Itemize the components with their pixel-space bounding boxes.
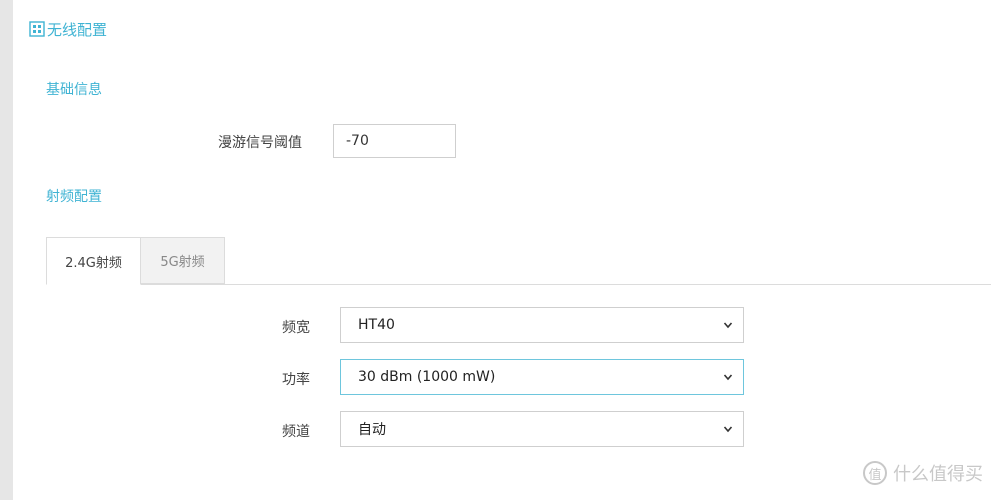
bandwidth-select[interactable]: HT40 — [340, 307, 744, 343]
roaming-threshold-input[interactable]: -70 — [333, 124, 456, 158]
page-title-text: 无线配置 — [47, 20, 108, 39]
channel-select-value: 自动 — [358, 422, 386, 438]
power-label: 功率 — [282, 372, 310, 388]
chevron-down-icon — [723, 426, 733, 433]
bandwidth-label: 频宽 — [282, 320, 310, 336]
zhi-icon: 值 — [863, 461, 887, 485]
grid-icon — [29, 21, 45, 37]
tabs-divider — [46, 284, 991, 285]
tab-2-4g[interactable]: 2.4G射频 — [46, 237, 141, 285]
left-sidebar-strip — [0, 0, 13, 500]
tab-5g[interactable]: 5G射频 — [141, 237, 225, 284]
chevron-down-icon — [723, 322, 733, 329]
page-title: 无线配置 — [29, 18, 107, 40]
power-select[interactable]: 30 dBm (1000 mW) — [340, 359, 744, 395]
bandwidth-select-value: HT40 — [358, 317, 395, 333]
channel-label: 频道 — [282, 424, 310, 440]
power-select-value: 30 dBm (1000 mW) — [358, 369, 496, 385]
watermark-text: 什么值得买 — [893, 464, 983, 485]
basic-info-section-title: 基础信息 — [46, 82, 102, 98]
radio-config-section-title: 射频配置 — [46, 189, 102, 205]
channel-select[interactable]: 自动 — [340, 411, 744, 447]
chevron-down-icon — [723, 374, 733, 381]
watermark: 值 什么值得买 — [863, 460, 983, 486]
roaming-threshold-label: 漫游信号阈值 — [218, 135, 302, 151]
